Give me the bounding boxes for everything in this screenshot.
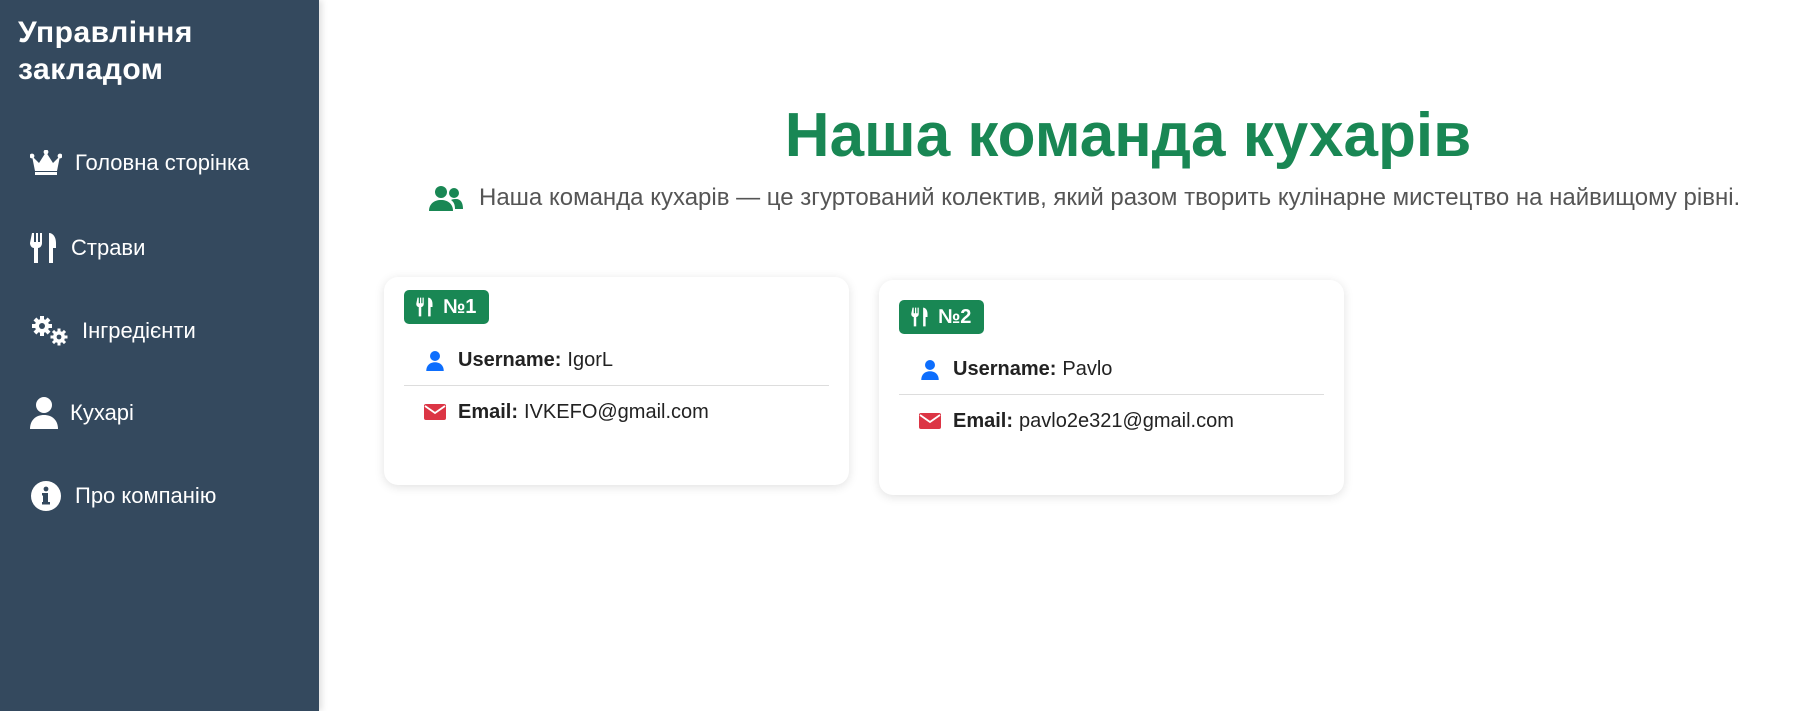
- username-row: Username: IgorL: [404, 336, 829, 386]
- sidebar-item-label: Страви: [71, 235, 146, 260]
- utensils-icon: [911, 307, 929, 327]
- sidebar-item-label: Про компанію: [75, 483, 217, 508]
- sidebar-item-ingredients[interactable]: Інгредієнти: [30, 315, 196, 347]
- cook-number-badge: №2: [899, 300, 985, 334]
- email-label: Email:: [458, 400, 519, 423]
- sidebar: Управління закладом Головна сторінка Стр…: [0, 0, 319, 711]
- sidebar-brand: Управління закладом: [18, 16, 193, 86]
- sidebar-item-cooks[interactable]: Кухарі: [30, 397, 134, 429]
- username-label: Username:: [953, 358, 1057, 380]
- envelope-icon: [424, 404, 446, 420]
- email-value: pavlo2e321@gmail.com: [1019, 409, 1234, 432]
- username-value: Pavlo: [1062, 358, 1113, 380]
- badge-label: №1: [443, 295, 477, 318]
- email-row: Email: pavlo2e321@gmail.com: [899, 396, 1324, 446]
- email-label: Email:: [953, 409, 1014, 432]
- page-title: Наша команда кухарів: [784, 101, 1472, 170]
- sidebar-item-label: Кухарі: [70, 400, 134, 425]
- sidebar-item-about[interactable]: Про компанію: [30, 480, 216, 512]
- app-root: Управління закладом Головна сторінка Стр…: [0, 0, 1818, 711]
- user-icon: [30, 397, 58, 429]
- badge-label: №2: [938, 305, 972, 328]
- subtitle-text: Наша команда кухарів — це згуртований ко…: [479, 184, 1741, 211]
- sidebar-item-label: Інгредієнти: [82, 318, 196, 343]
- email-row: Email: IVKEFO@gmail.com: [404, 387, 829, 437]
- info-circle-icon: [30, 480, 62, 512]
- utensils-icon: [416, 297, 434, 317]
- users-icon: [429, 185, 463, 211]
- gears-icon: [30, 315, 70, 347]
- cook-number-badge: №1: [404, 290, 490, 324]
- page-subtitle: Наша команда кухарів — це згуртований ко…: [429, 184, 1740, 212]
- envelope-icon: [919, 413, 941, 429]
- sidebar-item-home[interactable]: Головна сторінка: [30, 150, 249, 176]
- user-icon: [919, 359, 941, 380]
- username-label: Username:: [458, 349, 562, 371]
- username-row: Username: Pavlo: [899, 345, 1324, 395]
- crown-icon: [30, 150, 62, 176]
- user-icon: [424, 350, 446, 371]
- sidebar-item-label: Головна сторінка: [75, 150, 250, 175]
- username-value: IgorL: [567, 349, 613, 371]
- utensils-icon: [30, 232, 58, 264]
- cook-card: №1 Username: IgorL Email: IVKEFO@gmail.c…: [384, 277, 849, 485]
- email-value: IVKEFO@gmail.com: [524, 400, 709, 423]
- sidebar-item-dishes[interactable]: Страви: [30, 232, 145, 264]
- main-content: Наша команда кухарів Наша команда кухарі…: [319, 0, 1818, 711]
- cook-card: №2 Username: Pavlo Email: pavlo2e321@gma…: [879, 280, 1344, 495]
